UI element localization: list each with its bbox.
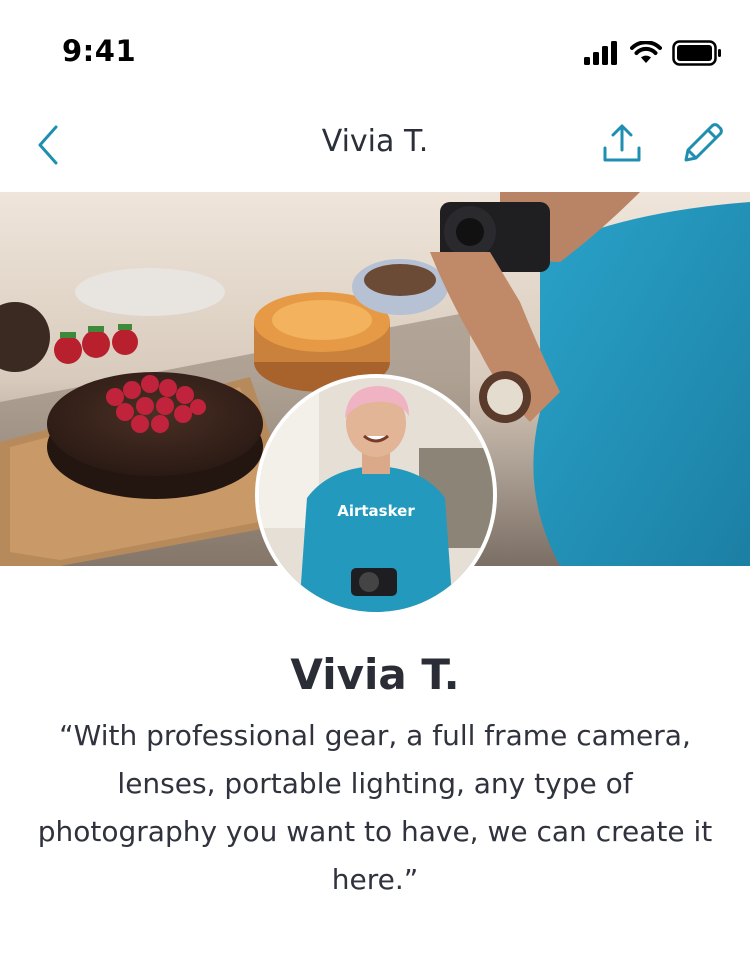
status-icons <box>584 40 722 66</box>
avatar-photo: Airtasker <box>259 378 493 612</box>
nav-bar: Vivia T. <box>0 100 750 192</box>
profile-name: Vivia T. <box>290 650 460 699</box>
status-time: 9:41 <box>62 34 137 68</box>
share-icon <box>603 124 641 162</box>
status-bar: 9:41 <box>0 0 750 100</box>
wifi-icon <box>630 41 662 63</box>
share-button[interactable] <box>600 122 644 166</box>
edit-button[interactable] <box>680 120 726 166</box>
profile-tagline: “With professional gear, a full frame ca… <box>37 719 713 896</box>
avatar-illustration: Airtasker <box>259 378 493 612</box>
shirt-logo-text: Airtasker <box>337 502 415 520</box>
avatar[interactable]: Airtasker <box>255 374 497 616</box>
battery-icon <box>672 40 721 66</box>
pencil-icon <box>684 123 723 162</box>
signal-icon <box>584 41 617 65</box>
